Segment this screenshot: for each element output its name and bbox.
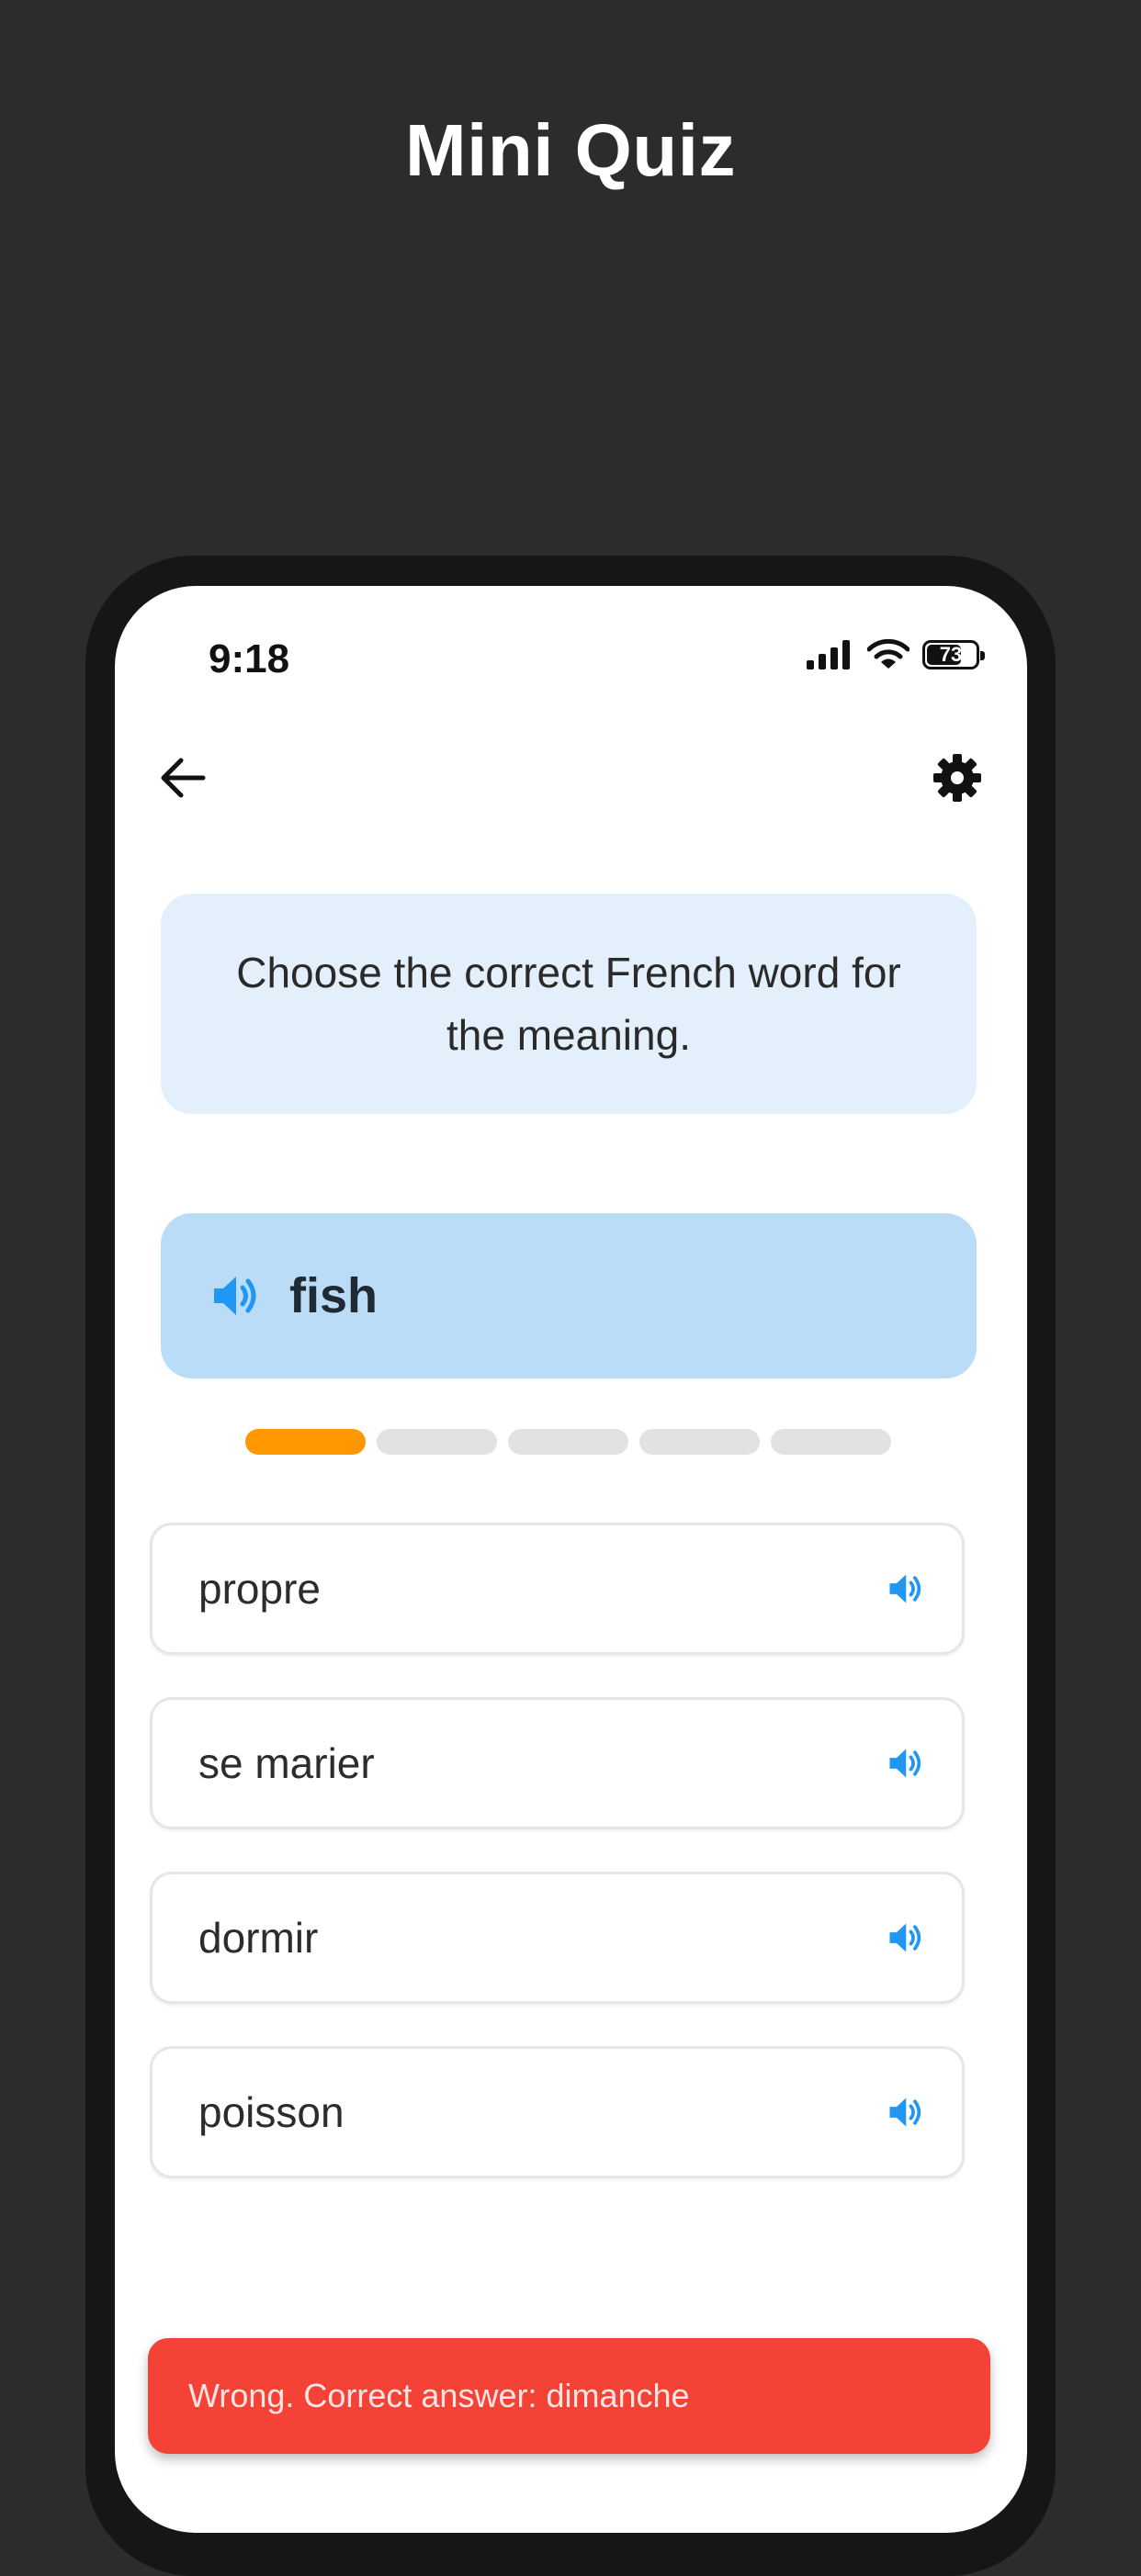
feedback-text: Wrong. Correct answer: dimanche <box>188 2377 690 2414</box>
wifi-icon <box>867 639 909 669</box>
promo-title: Mini Quiz <box>404 109 736 191</box>
answer-option-se-marier[interactable]: se marier <box>150 1697 965 1829</box>
battery-cap <box>980 651 985 660</box>
gear-icon <box>933 754 981 802</box>
answer-options: propre se marier dormir poisson <box>150 1523 965 2221</box>
status-icons: 73 <box>807 639 985 670</box>
option-label: propre <box>198 1565 321 1613</box>
arrow-left-icon <box>161 758 206 798</box>
answer-option-poisson[interactable]: poisson <box>150 2046 965 2178</box>
battery-level: 73 <box>939 643 963 666</box>
answer-option-dormir[interactable]: dormir <box>150 1872 965 2004</box>
instruction-card: Choose the correct French word for the m… <box>161 894 977 1114</box>
progress-segment <box>377 1429 497 1455</box>
progress-indicator <box>245 1429 891 1455</box>
progress-segment <box>508 1429 628 1455</box>
progress-segment <box>639 1429 760 1455</box>
option-label: poisson <box>198 2088 345 2136</box>
instruction-text: Choose the correct French word for the m… <box>236 949 901 1059</box>
progress-segment <box>245 1429 366 1455</box>
speaker-icon[interactable] <box>888 2096 925 2129</box>
status-time: 9:18 <box>209 636 290 681</box>
answer-option-propre[interactable]: propre <box>150 1523 965 1655</box>
option-label: dormir <box>198 1914 319 1962</box>
prompt-card[interactable]: fish <box>161 1213 977 1378</box>
progress-segment <box>771 1429 891 1455</box>
settings-button[interactable] <box>924 745 990 811</box>
prompt-word: fish <box>289 1268 378 1323</box>
cellular-signal-icon <box>807 640 850 669</box>
feedback-snackbar: Wrong. Correct answer: dimanche <box>148 2338 990 2454</box>
back-button[interactable] <box>150 745 216 811</box>
option-label: se marier <box>198 1739 375 1787</box>
app-screen: 9:18 73 Choose the correct French word f… <box>115 586 1027 2533</box>
battery-icon: 73 <box>922 640 985 669</box>
speaker-icon[interactable] <box>888 1747 925 1780</box>
speaker-icon[interactable] <box>888 1572 925 1605</box>
speaker-icon[interactable] <box>888 1921 925 1954</box>
speaker-icon[interactable] <box>212 1274 262 1318</box>
